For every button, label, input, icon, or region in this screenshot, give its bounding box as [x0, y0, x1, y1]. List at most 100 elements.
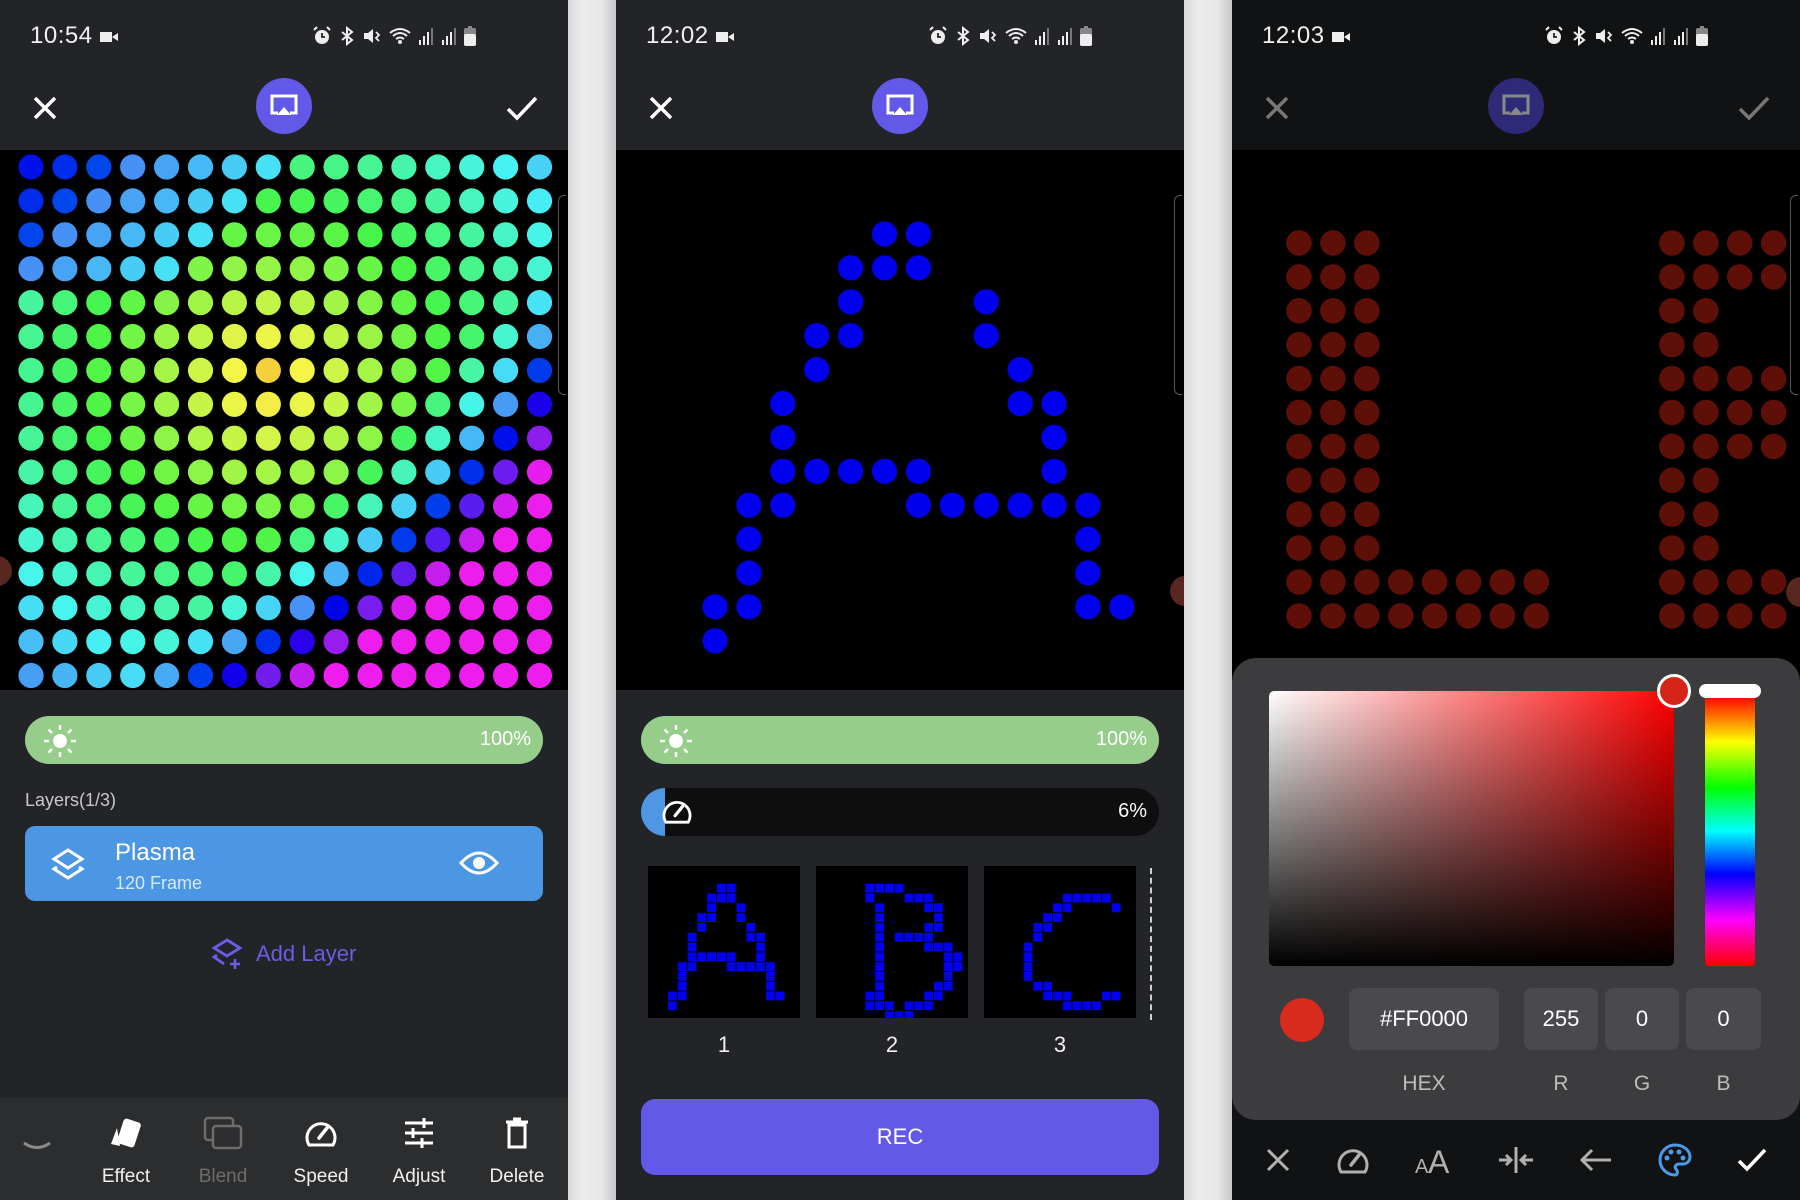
blue-input[interactable]: 0	[1686, 988, 1761, 1050]
led-matrix-preview[interactable]	[0, 150, 568, 690]
close-icon[interactable]	[28, 91, 62, 125]
led-dot	[1726, 230, 1753, 256]
speedometer-icon[interactable]	[1336, 1145, 1370, 1175]
eye-icon[interactable]	[459, 848, 499, 878]
pixel	[875, 952, 884, 962]
cast-button[interactable]	[256, 78, 312, 134]
close-icon[interactable]	[644, 91, 678, 125]
led-dot	[187, 290, 214, 316]
led-dot	[86, 391, 112, 417]
hue-handle[interactable]	[1699, 684, 1761, 698]
led-dot	[1455, 569, 1482, 595]
side-handle[interactable]	[1174, 195, 1182, 395]
led-dot	[120, 154, 146, 180]
led-dot	[526, 323, 553, 350]
led-dot	[1760, 399, 1787, 426]
spacing-icon[interactable]	[1497, 1145, 1535, 1175]
check-icon[interactable]	[504, 91, 540, 125]
frame-item[interactable]: 2	[816, 866, 968, 1058]
side-handle[interactable]	[1790, 195, 1798, 395]
led-dot	[871, 458, 898, 484]
blend-button[interactable]: Blend	[178, 1112, 268, 1188]
led-dot	[1760, 365, 1787, 392]
cast-icon	[270, 94, 298, 115]
frame-item[interactable]: 3	[984, 866, 1136, 1058]
effect-button[interactable]: Effect	[81, 1112, 171, 1188]
check-icon[interactable]	[1736, 1146, 1768, 1174]
led-dot	[1286, 603, 1312, 629]
led-dot	[1354, 264, 1380, 290]
cast-button[interactable]	[872, 78, 928, 134]
delete-button[interactable]: Delete	[472, 1112, 562, 1188]
led-dot	[1354, 467, 1380, 494]
led-dot	[120, 425, 146, 451]
pixel	[707, 913, 716, 922]
green-input[interactable]: 0	[1605, 988, 1679, 1050]
screen-layers-editor: 10:54 100% Layers(1/3) Plasma 120 Frame …	[0, 0, 568, 1200]
led-dot	[154, 561, 180, 587]
rec-button[interactable]: REC	[641, 1099, 1159, 1175]
led-dot	[391, 561, 417, 587]
speed-button[interactable]: Speed	[276, 1112, 366, 1188]
pixel	[756, 952, 765, 962]
video-record-icon	[100, 32, 118, 42]
signal-icon	[1035, 28, 1049, 45]
arrow-left-icon[interactable]	[1579, 1147, 1613, 1173]
led-dot	[86, 154, 112, 180]
brightness-slider[interactable]: 100%	[641, 716, 1159, 764]
led-dot	[1320, 433, 1346, 460]
led-dot	[323, 662, 349, 689]
add-frame-slot[interactable]	[1150, 868, 1160, 1020]
check-icon[interactable]	[1736, 91, 1772, 125]
font-size-icon[interactable]: AA	[1415, 1145, 1453, 1175]
cast-button[interactable]	[1488, 78, 1544, 134]
led-dot	[221, 256, 247, 282]
led-dot	[52, 459, 78, 485]
pixel	[697, 952, 707, 962]
close-icon[interactable]	[1264, 1146, 1292, 1174]
pixel	[875, 981, 884, 991]
led-dot	[18, 391, 44, 417]
led-dot	[1286, 501, 1312, 527]
led-dot	[1354, 603, 1380, 629]
led-matrix-preview[interactable]	[616, 150, 1184, 690]
frame-list: 1 2 3	[648, 866, 1136, 1058]
layer-item[interactable]: Plasma 120 Frame	[25, 826, 543, 901]
led-dot	[154, 629, 180, 655]
led-dot	[187, 188, 214, 214]
speed-slider[interactable]: 6%	[641, 788, 1159, 836]
top-bar	[0, 75, 568, 150]
led-dot	[391, 493, 417, 519]
led-dot	[18, 595, 44, 621]
pixel	[934, 991, 943, 1001]
pixel	[914, 932, 924, 942]
frame-item[interactable]: 1	[648, 866, 800, 1058]
red-input[interactable]: 255	[1524, 988, 1598, 1050]
led-dot	[154, 595, 180, 621]
adjust-button[interactable]: Adjust	[374, 1112, 464, 1188]
pixel	[1102, 991, 1111, 1001]
bluetooth-icon	[341, 26, 354, 46]
close-icon[interactable]	[1260, 91, 1294, 125]
led-dot	[289, 425, 315, 451]
palette-icon[interactable]	[1658, 1143, 1692, 1177]
led-dot	[52, 256, 78, 282]
pixel	[1053, 913, 1062, 922]
pixel	[1033, 923, 1043, 932]
led-dot	[1760, 230, 1787, 256]
hex-input[interactable]: #FF0000	[1349, 988, 1499, 1050]
led-dot	[255, 357, 281, 383]
brightness-slider[interactable]: 100%	[25, 716, 543, 764]
led-matrix-preview[interactable]	[1232, 150, 1800, 690]
led-dot	[357, 154, 383, 180]
color-picker-handle[interactable]	[1657, 674, 1691, 708]
led-dot	[86, 493, 112, 519]
hue-slider[interactable]	[1705, 696, 1755, 966]
add-layer-button[interactable]: Add Layer	[212, 938, 356, 970]
pixel	[677, 981, 687, 991]
pixel	[875, 962, 884, 971]
pixel	[736, 962, 746, 971]
saturation-value-area[interactable]	[1269, 691, 1674, 966]
side-handle[interactable]	[558, 195, 566, 395]
chevron-down-icon[interactable]	[22, 1140, 52, 1154]
